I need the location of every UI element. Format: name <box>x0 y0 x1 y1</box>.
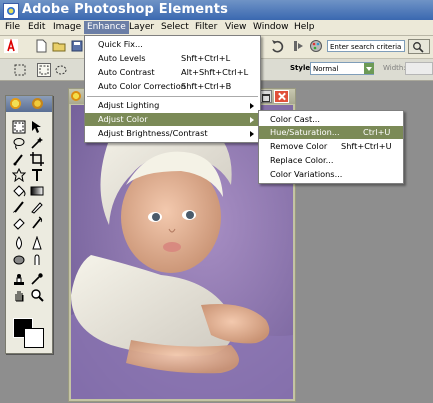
open-folder-icon[interactable] <box>52 39 66 53</box>
hand-tool-icon[interactable] <box>12 288 26 302</box>
menu-image[interactable]: Image <box>50 21 84 34</box>
step-backward-icon[interactable] <box>291 39 305 53</box>
elliptical-marquee-option-icon[interactable] <box>54 63 68 77</box>
menu-item-adjust-lighting[interactable]: Adjust Lighting <box>85 99 260 112</box>
width-field[interactable] <box>405 62 433 75</box>
menu-item-adjust-brightness-contrast[interactable]: Adjust Brightness/Contrast <box>85 127 260 140</box>
menu-help[interactable]: Help <box>291 21 318 34</box>
impressionist-brush-icon[interactable] <box>30 216 44 230</box>
gradient-tool-icon[interactable] <box>30 184 44 198</box>
menu-layer[interactable]: Layer <box>126 21 157 34</box>
rectangular-marquee-option-icon[interactable] <box>13 63 27 77</box>
palette-icon[interactable] <box>309 39 323 53</box>
selection-brush-tool-icon[interactable] <box>12 152 26 166</box>
menu-file[interactable]: File <box>2 21 23 34</box>
menu-item-replace-color[interactable]: Replace Color... <box>259 154 403 167</box>
toolbox <box>5 95 53 354</box>
close-button[interactable] <box>274 90 289 103</box>
elements-logo-icon <box>10 98 21 109</box>
eraser-tool-icon[interactable] <box>12 216 26 230</box>
menu-item-color-cast[interactable]: Color Cast... <box>259 113 403 126</box>
document-icon <box>71 91 81 101</box>
rectangular-marquee-selected-icon[interactable] <box>37 63 51 77</box>
marquee-tool-icon[interactable] <box>12 120 26 134</box>
width-label: Width: <box>383 64 406 72</box>
clone-stamp-tool-icon[interactable] <box>12 272 26 286</box>
shortcut-text: Shft+Ctrl+L <box>181 53 231 63</box>
shortcut-text: Alt+Shft+Ctrl+L <box>181 67 249 77</box>
menu-item-hue-saturation[interactable]: Hue/Saturation... Ctrl+U <box>259 126 403 139</box>
save-icon[interactable] <box>70 39 84 53</box>
shortcut-text: Shft+Ctrl+U <box>341 141 392 151</box>
search-button-icon[interactable] <box>408 39 430 54</box>
menu-select[interactable]: Select <box>158 21 192 34</box>
zoom-tool-icon[interactable] <box>30 288 44 302</box>
menu-separator <box>87 96 258 97</box>
eyedropper-tool-icon[interactable] <box>30 272 44 286</box>
quick-fix-icon[interactable] <box>32 98 43 109</box>
menu-item-adjust-color[interactable]: Adjust Color <box>85 113 260 126</box>
menu-item-auto-contrast[interactable]: Auto Contrast Alt+Shft+Ctrl+L <box>85 66 260 79</box>
smudge-tool-icon[interactable] <box>30 252 44 266</box>
menu-item-color-variations[interactable]: Color Variations... <box>259 168 403 181</box>
adobe-logo-icon <box>4 38 18 53</box>
blur-tool-icon[interactable] <box>12 236 26 250</box>
menu-view[interactable]: View <box>222 21 249 34</box>
submenu-arrow-icon <box>250 103 254 109</box>
shortcut-text: Ctrl+U <box>363 127 391 137</box>
move-tool-icon[interactable] <box>30 120 44 134</box>
submenu-arrow-icon <box>250 117 254 123</box>
chevron-down-icon[interactable] <box>364 63 374 74</box>
type-tool-icon[interactable] <box>30 168 44 182</box>
crop-tool-icon[interactable] <box>30 152 44 166</box>
cookie-cutter-tool-icon[interactable] <box>11 167 27 183</box>
enhance-menu: Quick Fix... Auto Levels Shft+Ctrl+L Aut… <box>84 35 261 143</box>
toolbox-header[interactable] <box>6 96 52 112</box>
new-document-icon[interactable] <box>34 39 48 53</box>
menu-enhance[interactable]: Enhance <box>84 21 129 34</box>
lasso-tool-icon[interactable] <box>12 136 26 150</box>
title-bar: Adobe Photoshop Elements <box>0 0 433 20</box>
menu-item-remove-color[interactable]: Remove Color Shft+Ctrl+U <box>259 140 403 153</box>
background-color-swatch[interactable] <box>24 328 44 348</box>
shortcut-text: Shft+Ctrl+B <box>181 81 232 91</box>
menu-item-quick-fix[interactable]: Quick Fix... <box>85 38 260 51</box>
paint-bucket-tool-icon[interactable] <box>12 184 26 198</box>
menu-filter[interactable]: Filter <box>192 21 220 34</box>
search-input[interactable]: Enter search criteria <box>327 40 405 52</box>
pencil-tool-icon[interactable] <box>30 200 44 214</box>
menu-window[interactable]: Window <box>250 21 292 34</box>
sponge-tool-icon[interactable] <box>12 252 26 266</box>
menu-bar: File Edit Image Enhance Layer Select Fil… <box>0 20 433 36</box>
submenu-arrow-icon <box>250 131 254 137</box>
app-icon <box>3 3 19 19</box>
brush-tool-icon[interactable] <box>12 200 26 214</box>
menu-item-auto-levels[interactable]: Auto Levels Shft+Ctrl+L <box>85 52 260 65</box>
magic-wand-tool-icon[interactable] <box>30 136 44 150</box>
adjust-color-submenu: Color Cast... Hue/Saturation... Ctrl+U R… <box>258 110 404 184</box>
sharpen-tool-icon[interactable] <box>30 235 44 250</box>
window-title: Adobe Photoshop Elements <box>22 2 229 17</box>
menu-edit[interactable]: Edit <box>25 21 48 34</box>
undo-icon[interactable] <box>270 39 284 53</box>
menu-item-auto-color-correction[interactable]: Auto Color Correction Shft+Ctrl+B <box>85 80 260 93</box>
